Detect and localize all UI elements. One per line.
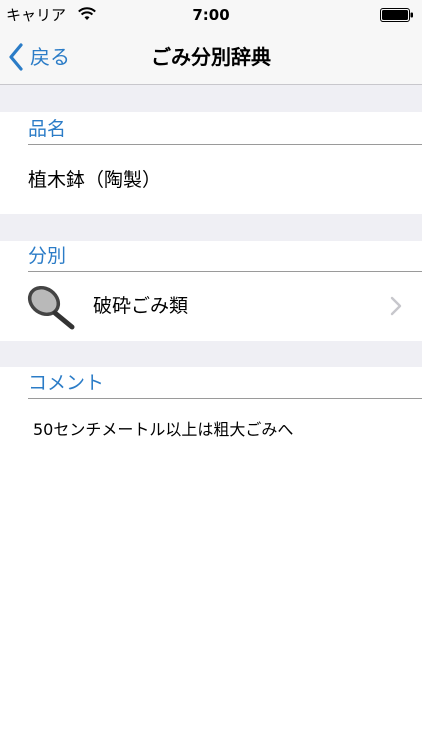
battery-icon <box>380 8 413 22</box>
item-name-header: 品名 <box>28 116 422 145</box>
section-gap <box>0 341 422 367</box>
status-bar: キャリア 7:00 <box>0 0 422 30</box>
navigation-bar: 戻る ごみ分別辞典 <box>0 30 422 85</box>
section-gap <box>0 214 422 241</box>
comment-text: 50センチメートル以上は粗大ごみへ <box>33 420 294 439</box>
page-title: ごみ分別辞典 <box>151 45 271 69</box>
frying-pan-icon <box>27 285 75 330</box>
category-row[interactable]: 破砕ごみ類 <box>0 272 422 340</box>
chevron-right-icon <box>390 296 402 316</box>
screen: キャリア 7:00 戻る ごみ分別辞典 品名 植木鉢（陶製） 分別 破砕ごみ類 … <box>0 0 422 750</box>
item-name-value: 植木鉢（陶製） <box>28 169 162 191</box>
category-value: 破砕ごみ類 <box>93 295 189 317</box>
category-header: 分別 <box>28 243 422 272</box>
section-gap <box>0 85 422 112</box>
status-time: 7:00 <box>192 6 230 24</box>
comment-header: コメント <box>28 370 422 399</box>
